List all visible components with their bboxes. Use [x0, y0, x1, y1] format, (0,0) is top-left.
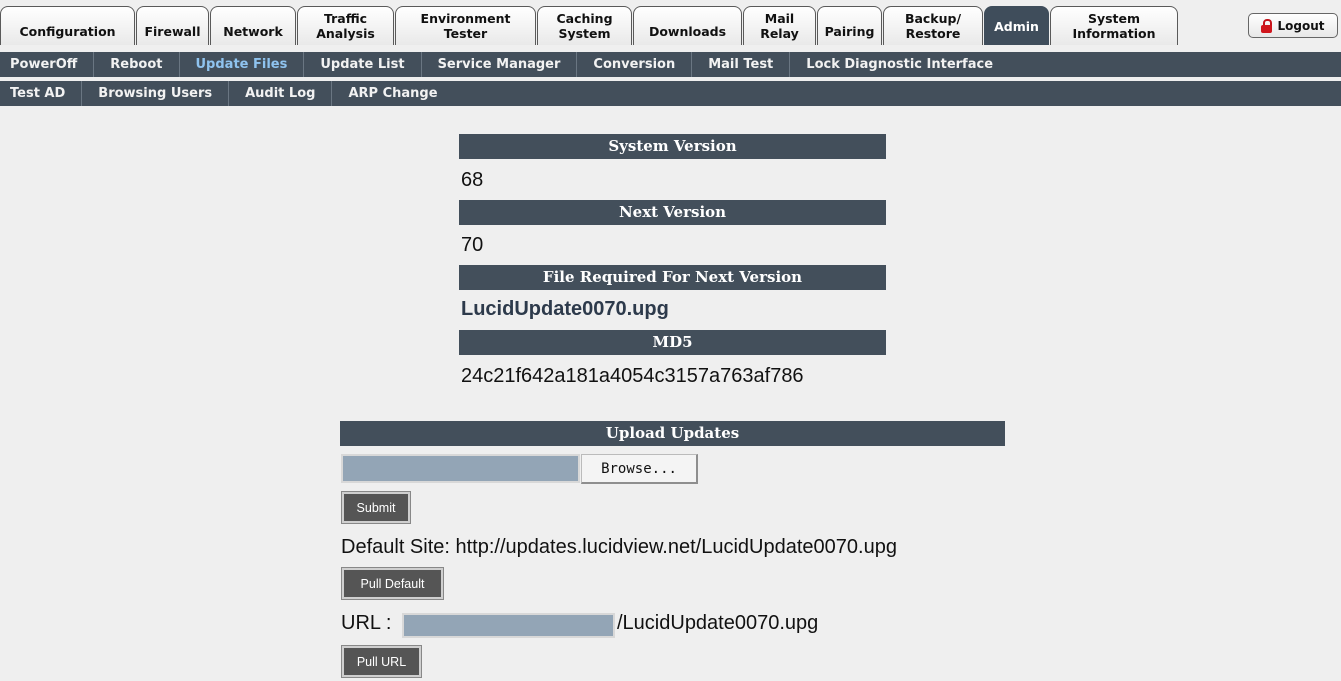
submit-button[interactable]: Submit: [341, 491, 411, 524]
subnav-conversion[interactable]: Conversion: [577, 52, 693, 77]
tab-mail-relay[interactable]: Mail Relay: [743, 6, 816, 45]
next-version-value: 70: [461, 234, 484, 256]
tab-backup-restore[interactable]: Backup/ Restore: [883, 6, 983, 45]
subnav-service-manager[interactable]: Service Manager: [422, 52, 578, 77]
tab-firewall-label: Firewall: [144, 23, 201, 39]
tab-traffic-analysis-label: Traffic Analysis: [316, 11, 375, 41]
file-required-value: LucidUpdate0070.upg: [461, 298, 669, 320]
system-version-value: 68: [461, 169, 484, 191]
pull-url-button[interactable]: Pull URL: [341, 645, 422, 678]
md5-header: MD5: [459, 330, 886, 355]
tab-caching-system-label: Caching System: [556, 11, 613, 41]
file-path-input[interactable]: [341, 454, 580, 483]
tab-environment-tester[interactable]: Environment Tester: [395, 6, 536, 45]
subnav-arp-change[interactable]: ARP Change: [332, 81, 453, 106]
tab-downloads[interactable]: Downloads: [633, 6, 742, 45]
subnav-update-list[interactable]: Update List: [304, 52, 422, 77]
tab-caching-system[interactable]: Caching System: [537, 6, 632, 45]
main-tab-bar: Configuration Firewall Network Traffic A…: [0, 0, 1341, 47]
subnav-reboot[interactable]: Reboot: [94, 52, 180, 77]
browse-button[interactable]: Browse...: [581, 454, 698, 484]
subnav-test-ad[interactable]: Test AD: [0, 81, 83, 106]
tab-network-label: Network: [223, 23, 283, 39]
tab-configuration[interactable]: Configuration: [0, 6, 135, 45]
upload-updates-header: Upload Updates: [340, 421, 1005, 446]
subnav-browsing-users[interactable]: Browsing Users: [82, 81, 230, 106]
tab-system-information-label: System Information: [1072, 11, 1156, 41]
admin-subnav-primary: PowerOff Reboot Update Files Update List…: [0, 52, 1341, 77]
url-label: URL :: [341, 612, 392, 634]
system-version-header: System Version: [459, 134, 886, 159]
tab-firewall[interactable]: Firewall: [136, 6, 209, 45]
subnav-mail-test[interactable]: Mail Test: [692, 52, 791, 77]
subnav-poweroff[interactable]: PowerOff: [0, 52, 95, 77]
next-version-header: Next Version: [459, 200, 886, 225]
url-suffix: /LucidUpdate0070.upg: [617, 612, 819, 634]
tab-downloads-label: Downloads: [648, 23, 727, 39]
tab-pairing[interactable]: Pairing: [817, 6, 882, 45]
md5-value: 24c21f642a181a4054c3157a763af786: [461, 365, 804, 387]
tab-admin[interactable]: Admin: [984, 6, 1049, 45]
tab-traffic-analysis[interactable]: Traffic Analysis: [297, 6, 394, 45]
admin-subnav-secondary: Test AD Browsing Users Audit Log ARP Cha…: [0, 81, 1341, 106]
logout-label: Logout: [1277, 18, 1325, 33]
tab-network[interactable]: Network: [210, 6, 296, 45]
subnav-update-files[interactable]: Update Files: [180, 52, 305, 77]
file-required-header: File Required For Next Version: [459, 265, 886, 290]
pull-default-button[interactable]: Pull Default: [341, 567, 444, 600]
tab-system-information[interactable]: System Information: [1050, 6, 1178, 45]
tab-environment-tester-label: Environment Tester: [420, 11, 511, 41]
subnav-lock-diagnostic-interface[interactable]: Lock Diagnostic Interface: [790, 52, 1009, 77]
logout-button[interactable]: Logout: [1248, 13, 1338, 38]
tab-mail-relay-label: Mail Relay: [760, 11, 799, 41]
lock-icon: [1261, 18, 1273, 33]
tab-configuration-label: Configuration: [19, 23, 116, 39]
url-input[interactable]: [402, 613, 615, 638]
subnav-audit-log[interactable]: Audit Log: [229, 81, 333, 106]
tab-admin-label: Admin: [994, 18, 1039, 34]
default-site-text: Default Site: http://updates.lucidview.n…: [341, 536, 897, 558]
tab-pairing-label: Pairing: [824, 23, 875, 39]
tab-backup-restore-label: Backup/ Restore: [904, 11, 962, 41]
